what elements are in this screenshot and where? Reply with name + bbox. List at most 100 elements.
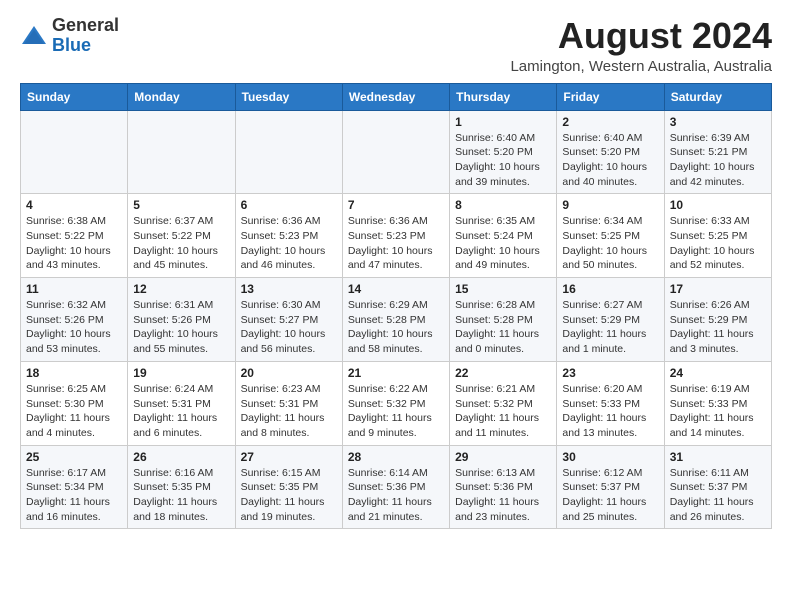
calendar-cell: 17Sunrise: 6:26 AM Sunset: 5:29 PM Dayli… xyxy=(664,278,771,362)
page-header: General Blue August 2024 Lamington, West… xyxy=(20,16,772,75)
calendar-cell: 26 Sunrise: 6:16 AM Sunset: 5:35 PM Dayli… xyxy=(128,445,235,529)
calendar-cell: 1Sunrise: 6:40 AM Sunset: 5:20 PM Daylig… xyxy=(450,110,557,194)
calendar-cell xyxy=(342,110,449,194)
calendar-cell: 7 Sunrise: 6:36 AM Sunset: 5:23 PM Daylig… xyxy=(342,194,449,278)
day-info: Sunrise: 6:13 AM Sunset: 5:36 PM Dayligh… xyxy=(455,466,551,525)
day-number: 27 xyxy=(241,450,337,464)
calendar-cell: 13 Sunrise: 6:30 AM Sunset: 5:27 PM Dayli… xyxy=(235,278,342,362)
calendar-cell: 25 Sunrise: 6:17 AM Sunset: 5:34 PM Dayli… xyxy=(21,445,128,529)
day-info: Sunrise: 6:37 AM Sunset: 5:22 PM Dayligh… xyxy=(133,214,229,273)
calendar-dow-tuesday: Tuesday xyxy=(235,83,342,110)
calendar-cell: 31 Sunrise: 6:11 AM Sunset: 5:37 PM Dayli… xyxy=(664,445,771,529)
month-year-title: August 2024 xyxy=(510,16,772,56)
day-number: 9 xyxy=(562,198,658,212)
calendar-cell: 11 Sunrise: 6:32 AM Sunset: 5:26 PM Dayli… xyxy=(21,278,128,362)
day-number: 23 xyxy=(562,366,658,380)
day-number: 13 xyxy=(241,282,337,296)
day-info: Sunrise: 6:34 AM Sunset: 5:25 PM Dayligh… xyxy=(562,214,658,273)
calendar-cell: 22 Sunrise: 6:21 AM Sunset: 5:32 PM Dayli… xyxy=(450,361,557,445)
day-number: 24 xyxy=(670,366,766,380)
day-number: 26 xyxy=(133,450,229,464)
day-number: 18 xyxy=(26,366,122,380)
day-number: 22 xyxy=(455,366,551,380)
day-info: Sunrise: 6:32 AM Sunset: 5:26 PM Dayligh… xyxy=(26,298,122,357)
day-number: 2 xyxy=(562,115,658,129)
calendar-dow-monday: Monday xyxy=(128,83,235,110)
day-info: Sunrise: 6:36 AM Sunset: 5:23 PM Dayligh… xyxy=(348,214,444,273)
calendar-cell: 8 Sunrise: 6:35 AM Sunset: 5:24 PM Daylig… xyxy=(450,194,557,278)
day-info: Sunrise: 6:25 AM Sunset: 5:30 PM Dayligh… xyxy=(26,382,122,441)
day-info: Sunrise: 6:11 AM Sunset: 5:37 PM Dayligh… xyxy=(670,466,766,525)
calendar-dow-saturday: Saturday xyxy=(664,83,771,110)
day-info: Sunrise: 6:30 AM Sunset: 5:27 PM Dayligh… xyxy=(241,298,337,357)
calendar-dow-friday: Friday xyxy=(557,83,664,110)
calendar-cell: 2 Sunrise: 6:40 AM Sunset: 5:20 PM Daylig… xyxy=(557,110,664,194)
day-number: 25 xyxy=(26,450,122,464)
day-info: Sunrise: 6:38 AM Sunset: 5:22 PM Dayligh… xyxy=(26,214,122,273)
calendar-dow-sunday: Sunday xyxy=(21,83,128,110)
day-info: Sunrise: 6:29 AM Sunset: 5:28 PM Dayligh… xyxy=(348,298,444,357)
calendar-cell: 12Sunrise: 6:31 AM Sunset: 5:26 PM Dayli… xyxy=(128,278,235,362)
day-info: Sunrise: 6:12 AM Sunset: 5:37 PM Dayligh… xyxy=(562,466,658,525)
day-info: Sunrise: 6:16 AM Sunset: 5:35 PM Dayligh… xyxy=(133,466,229,525)
calendar-cell xyxy=(128,110,235,194)
calendar-week-row: 25 Sunrise: 6:17 AM Sunset: 5:34 PM Dayli… xyxy=(21,445,772,529)
day-info: Sunrise: 6:39 AM Sunset: 5:21 PM Dayligh… xyxy=(670,131,766,190)
day-info: Sunrise: 6:14 AM Sunset: 5:36 PM Dayligh… xyxy=(348,466,444,525)
logo-icon xyxy=(20,22,48,50)
location-subtitle: Lamington, Western Australia, Australia xyxy=(510,58,772,75)
day-info: Sunrise: 6:40 AM Sunset: 5:20 PM Dayligh… xyxy=(562,131,658,190)
calendar-cell: 30Sunrise: 6:12 AM Sunset: 5:37 PM Dayli… xyxy=(557,445,664,529)
calendar-week-row: 18 Sunrise: 6:25 AM Sunset: 5:30 PM Dayli… xyxy=(21,361,772,445)
calendar-cell: 16Sunrise: 6:27 AM Sunset: 5:29 PM Dayli… xyxy=(557,278,664,362)
calendar-dow-thursday: Thursday xyxy=(450,83,557,110)
day-info: Sunrise: 6:36 AM Sunset: 5:23 PM Dayligh… xyxy=(241,214,337,273)
day-info: Sunrise: 6:19 AM Sunset: 5:33 PM Dayligh… xyxy=(670,382,766,441)
day-number: 8 xyxy=(455,198,551,212)
day-number: 20 xyxy=(241,366,337,380)
day-info: Sunrise: 6:20 AM Sunset: 5:33 PM Dayligh… xyxy=(562,382,658,441)
calendar-cell: 24 Sunrise: 6:19 AM Sunset: 5:33 PM Dayli… xyxy=(664,361,771,445)
calendar-cell: 15Sunrise: 6:28 AM Sunset: 5:28 PM Dayli… xyxy=(450,278,557,362)
day-number: 16 xyxy=(562,282,658,296)
day-info: Sunrise: 6:17 AM Sunset: 5:34 PM Dayligh… xyxy=(26,466,122,525)
calendar-cell: 20Sunrise: 6:23 AM Sunset: 5:31 PM Dayli… xyxy=(235,361,342,445)
day-info: Sunrise: 6:24 AM Sunset: 5:31 PM Dayligh… xyxy=(133,382,229,441)
calendar-table: SundayMondayTuesdayWednesdayThursdayFrid… xyxy=(20,83,772,530)
calendar-cell: 10 Sunrise: 6:33 AM Sunset: 5:25 PM Dayli… xyxy=(664,194,771,278)
day-number: 14 xyxy=(348,282,444,296)
day-number: 12 xyxy=(133,282,229,296)
day-info: Sunrise: 6:22 AM Sunset: 5:32 PM Dayligh… xyxy=(348,382,444,441)
calendar-cell: 14 Sunrise: 6:29 AM Sunset: 5:28 PM Dayli… xyxy=(342,278,449,362)
calendar-cell xyxy=(235,110,342,194)
calendar-cell: 19 Sunrise: 6:24 AM Sunset: 5:31 PM Dayli… xyxy=(128,361,235,445)
day-number: 10 xyxy=(670,198,766,212)
calendar-cell: 9 Sunrise: 6:34 AM Sunset: 5:25 PM Daylig… xyxy=(557,194,664,278)
calendar-cell: 18 Sunrise: 6:25 AM Sunset: 5:30 PM Dayli… xyxy=(21,361,128,445)
day-number: 6 xyxy=(241,198,337,212)
calendar-week-row: 1Sunrise: 6:40 AM Sunset: 5:20 PM Daylig… xyxy=(21,110,772,194)
calendar-cell: 21Sunrise: 6:22 AM Sunset: 5:32 PM Dayli… xyxy=(342,361,449,445)
day-number: 11 xyxy=(26,282,122,296)
day-info: Sunrise: 6:35 AM Sunset: 5:24 PM Dayligh… xyxy=(455,214,551,273)
day-info: Sunrise: 6:40 AM Sunset: 5:20 PM Dayligh… xyxy=(455,131,551,190)
day-number: 5 xyxy=(133,198,229,212)
day-number: 3 xyxy=(670,115,766,129)
calendar-cell xyxy=(21,110,128,194)
title-block: August 2024 Lamington, Western Australia… xyxy=(510,16,772,75)
calendar-week-row: 11 Sunrise: 6:32 AM Sunset: 5:26 PM Dayli… xyxy=(21,278,772,362)
day-info: Sunrise: 6:21 AM Sunset: 5:32 PM Dayligh… xyxy=(455,382,551,441)
calendar-cell: 3 Sunrise: 6:39 AM Sunset: 5:21 PM Daylig… xyxy=(664,110,771,194)
calendar-cell: 6 Sunrise: 6:36 AM Sunset: 5:23 PM Daylig… xyxy=(235,194,342,278)
day-number: 7 xyxy=(348,198,444,212)
calendar-cell: 29 Sunrise: 6:13 AM Sunset: 5:36 PM Dayli… xyxy=(450,445,557,529)
day-info: Sunrise: 6:33 AM Sunset: 5:25 PM Dayligh… xyxy=(670,214,766,273)
calendar-cell: 5 Sunrise: 6:37 AM Sunset: 5:22 PM Daylig… xyxy=(128,194,235,278)
day-number: 29 xyxy=(455,450,551,464)
day-number: 19 xyxy=(133,366,229,380)
logo-text: General Blue xyxy=(52,16,119,56)
day-number: 31 xyxy=(670,450,766,464)
logo: General Blue xyxy=(20,16,119,56)
calendar-cell: 4Sunrise: 6:38 AM Sunset: 5:22 PM Daylig… xyxy=(21,194,128,278)
calendar-cell: 27Sunrise: 6:15 AM Sunset: 5:35 PM Dayli… xyxy=(235,445,342,529)
